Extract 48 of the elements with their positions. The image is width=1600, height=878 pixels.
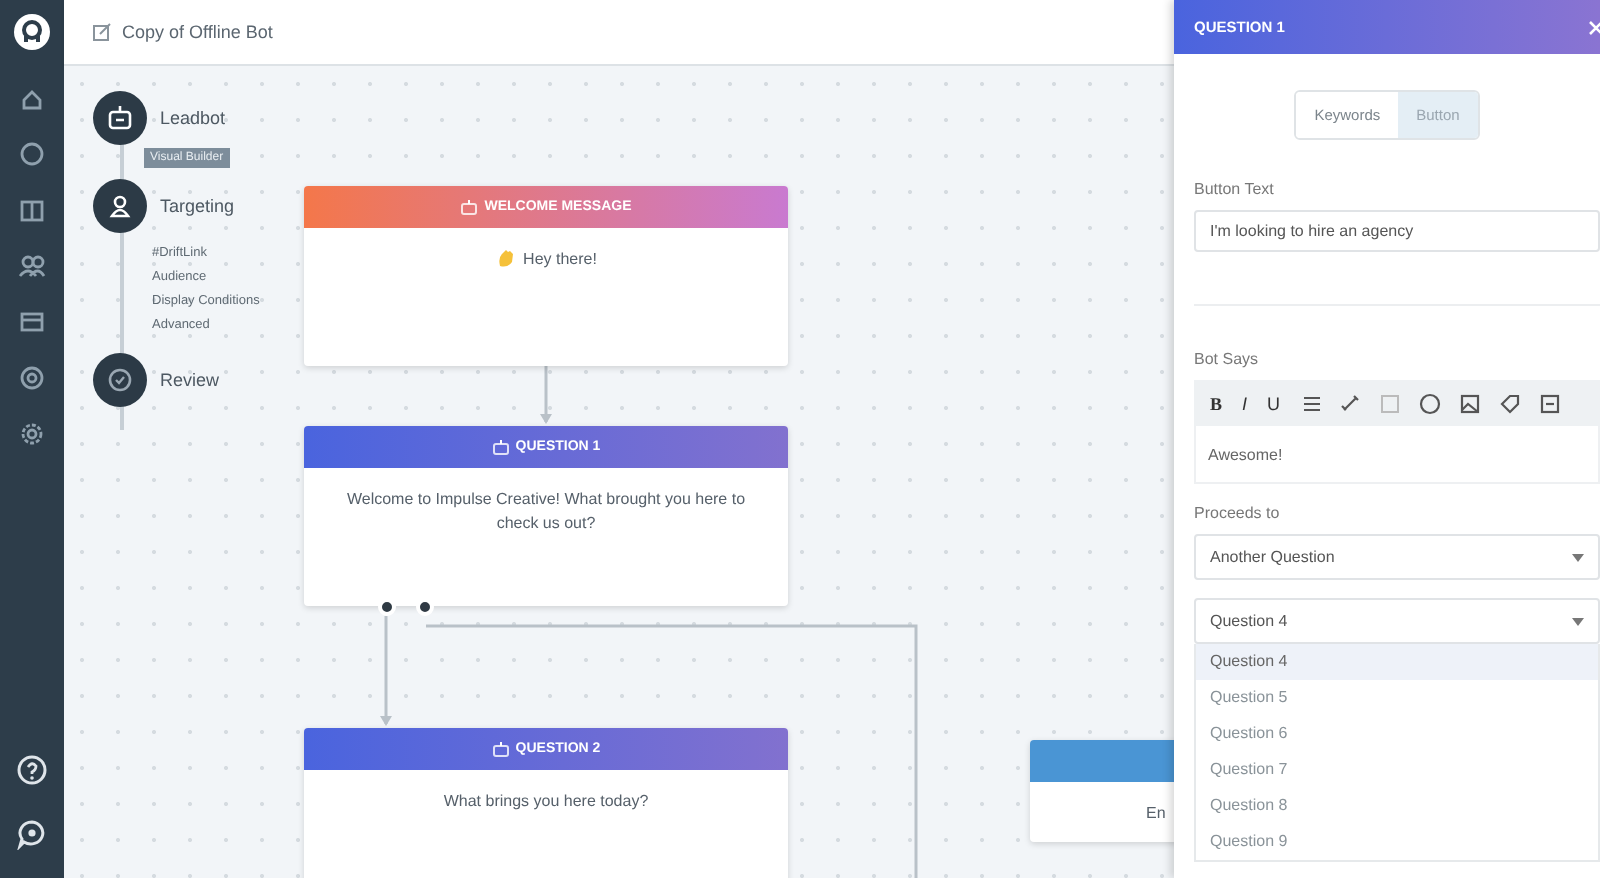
message-editor[interactable]: Awesome!: [1194, 426, 1600, 484]
bot-icon: [491, 741, 510, 757]
editor-text: Awesome!: [1208, 445, 1283, 463]
help-icon[interactable]: [16, 754, 48, 786]
tag-icon[interactable]: [1498, 391, 1523, 415]
caret-icon: [1572, 553, 1584, 561]
step-label[interactable]: Targeting: [160, 196, 235, 216]
format-button[interactable]: U: [1265, 393, 1283, 413]
people-icon[interactable]: [18, 252, 46, 280]
bot-name[interactable]: Copy of Offline Bot: [122, 22, 273, 42]
field-label: Button Text: [1194, 180, 1276, 198]
node-message: En: [1146, 802, 1166, 826]
card-icon[interactable]: [18, 308, 46, 336]
node-message: Welcome to Impulse Creative! What brought you here to check us out?: [344, 488, 748, 537]
gear-icon[interactable]: [18, 420, 46, 448]
connection-handle[interactable]: [378, 598, 396, 616]
step-person-icon[interactable]: [92, 178, 148, 234]
target-icon[interactable]: [18, 364, 46, 392]
edit-icon[interactable]: [92, 22, 112, 42]
node-message: What brings you here today?: [443, 790, 649, 814]
step-robot-icon[interactable]: [92, 90, 148, 146]
book-icon[interactable]: [18, 196, 46, 224]
close-icon[interactable]: [1588, 17, 1600, 37]
connector-arrow: [380, 616, 392, 726]
format-button[interactable]: B: [1208, 393, 1225, 413]
step-label[interactable]: Leadbot: [160, 108, 226, 128]
waving-hand-icon: [495, 248, 516, 268]
step-label[interactable]: Review: [160, 370, 220, 390]
proceeds-dropdown[interactable]: Another Question: [1194, 534, 1600, 580]
step-check-icon[interactable]: [92, 352, 148, 408]
field-label: Proceeds to: [1194, 504, 1282, 522]
bot-icon: [491, 439, 510, 455]
connection-handle[interactable]: [416, 598, 434, 616]
bot-icon: [460, 199, 479, 215]
field-label: Bot Says: [1194, 350, 1261, 368]
dropdown-option[interactable]: Question 4: [1196, 644, 1598, 680]
question-dropdown[interactable]: Question 4: [1194, 598, 1600, 644]
list-icon[interactable]: [1298, 391, 1323, 415]
logo-icon[interactable]: [14, 14, 50, 50]
connector-arrow: [540, 366, 552, 424]
caret-icon: [1572, 617, 1584, 625]
button-text-field[interactable]: I'm looking to hire an agency: [1194, 210, 1600, 252]
format-button[interactable]: I: [1240, 393, 1250, 413]
image-icon[interactable]: [1458, 391, 1483, 415]
dropdown-option[interactable]: Question 5: [1196, 680, 1598, 716]
node-message: Hey there!: [523, 248, 597, 272]
emoji-icon[interactable]: [1418, 391, 1443, 415]
calendar-icon[interactable]: [1538, 391, 1563, 415]
